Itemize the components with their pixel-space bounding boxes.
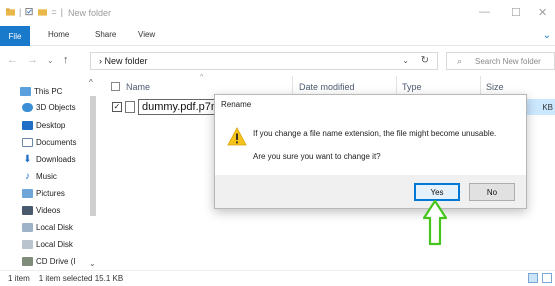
tab-view[interactable]: View xyxy=(138,30,155,39)
sidebar-item-label: 3D Objects xyxy=(36,102,76,112)
sort-ascending-icon: ^ xyxy=(200,74,204,81)
sidebar-item-music[interactable]: ♪ Music xyxy=(22,169,57,183)
dialog-title: Rename xyxy=(221,100,252,109)
column-header-date-modified[interactable]: Date modified xyxy=(299,82,355,92)
search-input[interactable]: ⌕ Search New folder xyxy=(446,52,555,70)
quick-access-toolbar: | = | xyxy=(6,7,63,17)
documents-icon xyxy=(22,137,33,147)
pictures-icon xyxy=(22,188,33,198)
refresh-icon[interactable]: ↻ xyxy=(421,55,429,66)
column-header-type[interactable]: Type xyxy=(402,82,422,92)
dialog-footer: Yes No xyxy=(215,175,526,208)
sidebar-item-videos[interactable]: Videos xyxy=(22,203,60,217)
sidebar-item-label: CD Drive (I xyxy=(36,256,76,266)
close-button[interactable]: ✕ xyxy=(538,6,547,19)
sidebar-item-pictures[interactable]: Pictures xyxy=(22,186,65,200)
3d-objects-icon xyxy=(22,102,33,112)
sidebar-item-label: Music xyxy=(36,171,57,181)
sidebar-item-label: Local Disk xyxy=(36,222,73,232)
address-bar[interactable]: › New folder ⌄ ↻ xyxy=(90,52,438,70)
ribbon-tabs: File Home Share View ⌄ xyxy=(0,26,555,46)
folder-icon[interactable] xyxy=(6,8,15,16)
scroll-down-icon[interactable]: ⌄ xyxy=(89,259,96,268)
desktop-icon xyxy=(22,120,33,130)
music-icon: ♪ xyxy=(25,170,30,182)
cd-drive-icon xyxy=(22,256,33,266)
rename-input[interactable]: dummy.pdf.p7m xyxy=(138,99,220,115)
row-checkbox[interactable]: ✓ xyxy=(112,102,122,112)
videos-icon xyxy=(22,205,33,215)
sidebar-item-label: Documents xyxy=(36,137,77,147)
breadcrumb-folder[interactable]: New folder xyxy=(105,56,148,66)
divider: | xyxy=(19,7,22,17)
maximize-button[interactable]: ☐ xyxy=(511,6,521,19)
folder-icon[interactable] xyxy=(38,8,48,16)
rename-dialog: Rename If you change a file name extensi… xyxy=(214,94,527,209)
checkbox-icon[interactable] xyxy=(25,8,34,16)
select-all-checkbox[interactable] xyxy=(111,82,120,91)
chevron-down-icon[interactable]: ⌄ xyxy=(402,56,409,65)
downloads-icon: ⬇ xyxy=(23,153,32,165)
status-selection: 1 item selected xyxy=(38,274,93,283)
dialog-message: If you change a file name extension, the… xyxy=(253,129,497,138)
search-icon: ⌕ xyxy=(457,56,463,66)
chevron-down-icon[interactable]: ⌄ xyxy=(47,56,54,65)
scroll-up-icon[interactable]: ^ xyxy=(89,78,93,87)
disk-icon xyxy=(22,222,33,232)
tab-home[interactable]: Home xyxy=(48,30,69,39)
pc-icon xyxy=(20,86,31,96)
file-size-cell: KB xyxy=(527,99,555,115)
status-item-count: 1 item xyxy=(8,274,30,283)
scrollbar-thumb[interactable] xyxy=(90,96,96,216)
divider: | xyxy=(60,7,63,17)
address-row: ← → ⌄ ↑ › New folder ⌄ ↻ ⌕ Search New fo… xyxy=(0,50,555,72)
column-header-size[interactable]: Size xyxy=(486,82,504,92)
sidebar-item-desktop[interactable]: Desktop xyxy=(22,118,65,132)
breadcrumb[interactable]: › New folder xyxy=(99,56,148,66)
chevron-down-icon[interactable]: ⌄ xyxy=(543,30,551,41)
forward-icon[interactable]: → xyxy=(27,54,38,66)
warning-icon xyxy=(227,127,247,146)
status-size: 15.1 KB xyxy=(94,274,124,283)
sidebar-item-label: Videos xyxy=(36,205,61,215)
sidebar-item-local-disk-2[interactable]: Local Disk xyxy=(22,237,73,251)
sidebar-item-downloads[interactable]: ⬇ Downloads xyxy=(22,152,76,166)
status-bar: 1 item 1 item selected 15.1 KB xyxy=(0,270,555,286)
tab-share[interactable]: Share xyxy=(95,30,116,39)
back-icon[interactable]: ← xyxy=(7,54,18,66)
sidebar-item-label: Desktop xyxy=(36,120,66,130)
table-row[interactable]: ✓ dummy.pdf.p7m xyxy=(112,99,220,115)
search-placeholder: Search New folder xyxy=(475,57,541,66)
tab-file[interactable]: File xyxy=(0,26,30,46)
file-icon xyxy=(125,101,135,113)
sidebar-item-label: Downloads xyxy=(36,154,76,164)
sidebar-item-cd-drive[interactable]: CD Drive (I xyxy=(22,254,76,268)
up-icon[interactable]: ↑ xyxy=(63,54,69,66)
title-bar: | = | New folder — ☐ ✕ xyxy=(0,0,555,24)
status-text: 1 item 1 item selected 15.1 KB xyxy=(8,274,123,283)
minimize-button[interactable]: — xyxy=(479,6,490,18)
sidebar-item-local-disk-1[interactable]: Local Disk xyxy=(22,220,73,234)
sidebar-item-label: This PC xyxy=(34,86,63,96)
window-title: New folder xyxy=(68,8,112,18)
sidebar-item-this-pc[interactable]: This PC xyxy=(20,84,62,98)
sidebar-item-3d-objects[interactable]: 3D Objects xyxy=(22,100,76,114)
nav-scrollbar[interactable]: ^ ⌄ xyxy=(88,78,98,270)
sidebar-item-documents[interactable]: Documents xyxy=(22,135,76,149)
dialog-question: Are you sure you want to change it? xyxy=(253,152,381,161)
arrow-up-icon xyxy=(423,200,447,246)
dropdown-icon[interactable]: = xyxy=(51,7,56,17)
sidebar-item-label: Pictures xyxy=(36,188,65,198)
disk-icon xyxy=(22,239,33,249)
large-icons-view-icon[interactable] xyxy=(542,273,552,283)
sidebar-item-label: Local Disk xyxy=(36,239,73,249)
details-view-icon[interactable] xyxy=(528,273,538,283)
column-header-name[interactable]: Name xyxy=(126,82,150,92)
no-button[interactable]: No xyxy=(469,183,515,201)
yes-button[interactable]: Yes xyxy=(414,183,460,201)
